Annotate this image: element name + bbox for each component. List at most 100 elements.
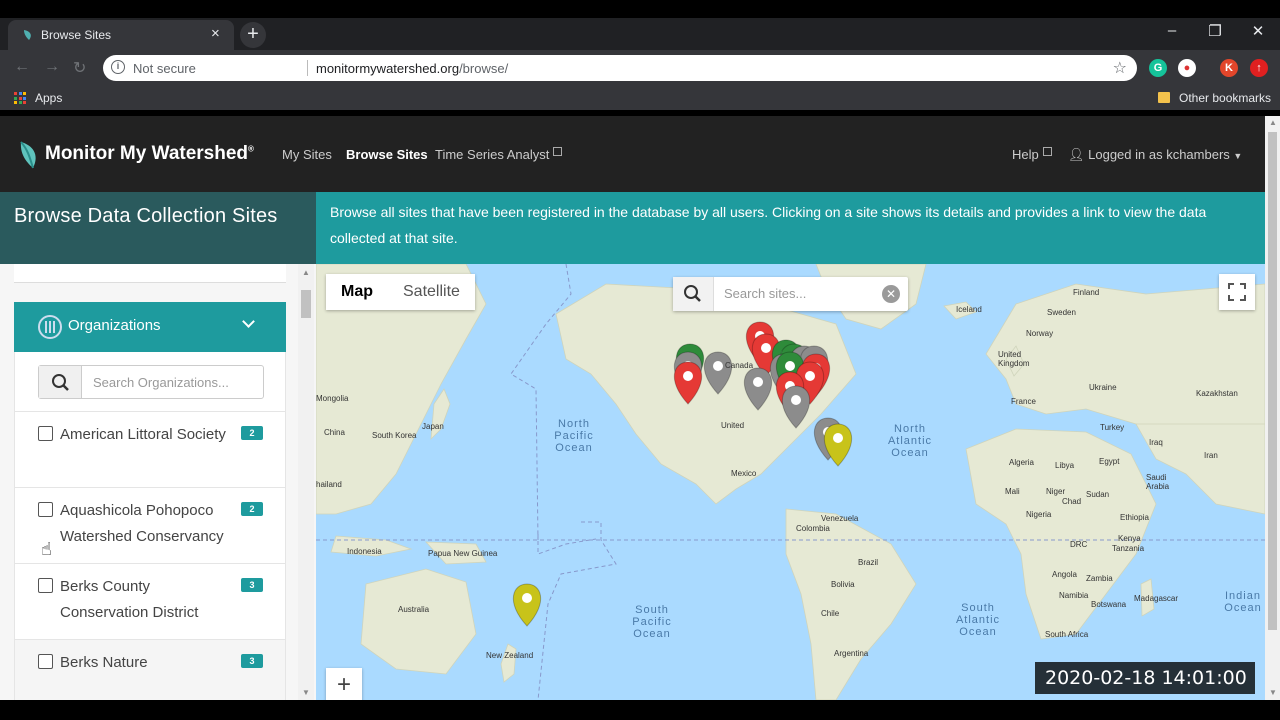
- count-badge: 2: [241, 426, 263, 440]
- nav-my-sites[interactable]: My Sites: [282, 147, 332, 162]
- url-path: /browse/: [459, 61, 509, 76]
- list-item[interactable]: American Littoral Society 2: [15, 411, 285, 487]
- sidebar-previous-panel: [14, 264, 286, 283]
- map-label: Canada: [725, 361, 754, 370]
- clear-search-icon[interactable]: ✕: [882, 285, 900, 303]
- security-label: Not secure: [133, 61, 196, 76]
- checkbox[interactable]: [38, 426, 53, 441]
- sites-map[interactable]: Mongolia China South Korea Japan Indones…: [316, 264, 1265, 700]
- checkbox[interactable]: [38, 502, 53, 517]
- close-tab-icon[interactable]: ×: [211, 25, 220, 42]
- site-pin-dot: [761, 343, 771, 353]
- map-label: South Africa: [1045, 630, 1089, 639]
- fullscreen-button[interactable]: [1219, 274, 1255, 310]
- user-label: Logged in as kchambers: [1088, 147, 1230, 162]
- zoom-in-button[interactable]: +: [326, 668, 362, 700]
- checkbox[interactable]: [38, 654, 53, 669]
- checkbox[interactable]: [38, 578, 53, 593]
- folder-icon: [1158, 92, 1170, 103]
- map-label: Mexico: [731, 469, 757, 478]
- reload-icon[interactable]: ↻: [73, 58, 86, 78]
- address-bar[interactable]: i Not secure monitormywatershed.org/brow…: [103, 55, 1137, 81]
- scrollbar-thumb[interactable]: [1268, 132, 1277, 630]
- chevron-down-icon[interactable]: [242, 315, 255, 328]
- scroll-down-icon[interactable]: ▼: [1269, 688, 1277, 697]
- ocean-label: South Pacific Ocean: [632, 604, 672, 640]
- record-extension-icon[interactable]: ●: [1178, 59, 1196, 77]
- search-button[interactable]: [39, 366, 82, 398]
- map-label: Egypt: [1099, 457, 1120, 466]
- map-label: DRC: [1070, 540, 1088, 549]
- map-label: Saudi Arabia: [1146, 473, 1170, 491]
- web-page: Monitor My Watershed® My Sites Browse Si…: [0, 116, 1280, 700]
- close-window-icon[interactable]: ✕: [1243, 22, 1273, 40]
- map-search-button[interactable]: [673, 277, 714, 311]
- map-label: Nigeria: [1026, 510, 1052, 519]
- user-menu[interactable]: 👤︎ Logged in as kchambers ▼: [1068, 147, 1242, 163]
- list-item[interactable]: Berks County Conservation District 3: [15, 563, 285, 639]
- external-link-icon: [1042, 147, 1052, 156]
- map-type-satellite-button[interactable]: Satellite: [388, 274, 475, 310]
- organizations-title: Organizations: [68, 317, 161, 334]
- map-label: Zambia: [1086, 574, 1113, 583]
- scroll-up-icon[interactable]: ▲: [302, 268, 310, 277]
- map-type-map-button[interactable]: Map: [326, 274, 388, 310]
- search-input[interactable]: Search Organizations...: [93, 375, 229, 390]
- browser-tab[interactable]: Browse Sites ×: [8, 20, 234, 50]
- list-item[interactable]: Berks Nature 3: [15, 639, 285, 700]
- map-label: Sudan: [1086, 490, 1110, 499]
- map-label: Ethiopia: [1120, 513, 1149, 522]
- scrollbar-thumb[interactable]: [301, 290, 311, 318]
- video-timestamp: 2020-02-18 14:01:00: [1035, 662, 1255, 694]
- leaf-logo-icon: [20, 141, 36, 169]
- map-label: Japan: [422, 422, 444, 431]
- map-label: Brazil: [858, 558, 879, 567]
- map-label: Libya: [1055, 461, 1075, 470]
- nav-help[interactable]: Help: [1012, 147, 1052, 162]
- organization-name: Aquashicola Pohopoco Watershed Conservan…: [60, 502, 224, 545]
- bookmark-star-icon[interactable]: ☆: [1113, 58, 1127, 78]
- tab-title: Browse Sites: [41, 28, 112, 42]
- grammarly-extension-icon[interactable]: G: [1149, 59, 1167, 77]
- info-icon[interactable]: i: [111, 60, 125, 74]
- list-item[interactable]: Aquashicola Pohopoco Watershed Conservan…: [15, 487, 285, 563]
- page-header: Browse Data Collection Sites Browse all …: [0, 192, 1265, 264]
- nav-browse-sites[interactable]: Browse Sites: [346, 147, 428, 162]
- ocean-label: North Pacific Ocean: [554, 418, 594, 454]
- url-text[interactable]: monitormywatershed.org/browse/: [316, 61, 508, 76]
- map-label: Venezuela: [821, 514, 859, 523]
- brand-name-text: Monitor My Watershed: [45, 143, 249, 164]
- restore-window-icon[interactable]: ❐: [1200, 22, 1230, 40]
- organizations-list: Search Organizations... American Littora…: [14, 352, 286, 700]
- new-tab-button[interactable]: +: [240, 22, 266, 48]
- profile-avatar[interactable]: K: [1220, 59, 1238, 77]
- fullscreen-icon: [1228, 283, 1246, 301]
- other-bookmarks[interactable]: Other bookmarks: [1179, 91, 1271, 105]
- nav-help-label: Help: [1012, 147, 1039, 162]
- site-pin-icon[interactable]: [512, 583, 542, 627]
- update-icon[interactable]: ↑: [1250, 59, 1268, 77]
- sidebar-scrollbar[interactable]: ▲ ▼: [298, 264, 314, 700]
- back-arrow-icon[interactable]: ←: [14, 58, 30, 76]
- scroll-up-icon[interactable]: ▲: [1269, 118, 1277, 127]
- nav-time-series-analyst[interactable]: Time Series Analyst: [435, 147, 563, 162]
- organization-search[interactable]: Search Organizations...: [38, 365, 264, 399]
- apps-grid-icon[interactable]: [14, 92, 26, 104]
- site-pin-dot: [753, 377, 763, 387]
- ocean-label: North Atlantic Ocean: [887, 423, 933, 459]
- map-label: France: [1011, 397, 1036, 406]
- user-icon: 👤︎: [1068, 147, 1085, 162]
- forward-arrow-icon[interactable]: →: [44, 58, 60, 76]
- page-scrollbar[interactable]: ▲ ▼: [1265, 116, 1280, 700]
- ocean-label: South Atlantic Ocean: [955, 602, 1001, 638]
- site-search-input[interactable]: Search sites...: [724, 286, 806, 301]
- scroll-down-icon[interactable]: ▼: [302, 688, 310, 697]
- site-pin-dot: [522, 593, 532, 603]
- map-label: New Zealand: [486, 651, 534, 660]
- apps-bookmark[interactable]: Apps: [35, 91, 62, 105]
- site-search[interactable]: Search sites... ✕: [673, 277, 908, 311]
- map-label: United: [721, 421, 745, 430]
- count-badge: 2: [241, 502, 263, 516]
- minimize-window-icon[interactable]: –: [1157, 22, 1187, 39]
- organizations-panel-header[interactable]: Organizations: [14, 302, 286, 352]
